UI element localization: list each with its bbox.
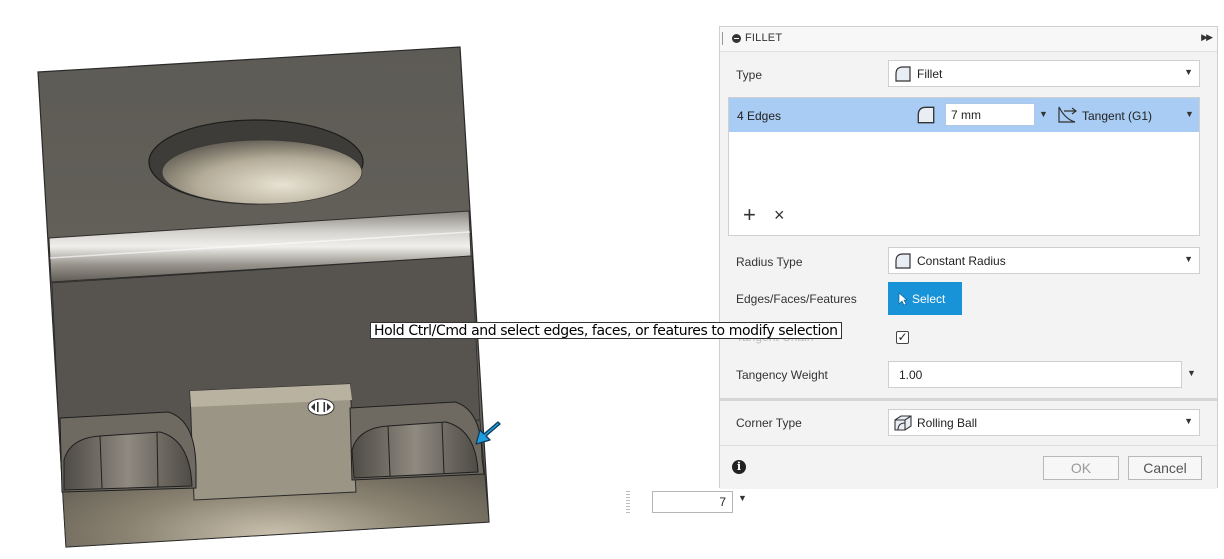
tangent-chain-checkbox[interactable]: ✓ [896,331,909,344]
edge-set-list[interactable]: 4 Edges 7 mm ▼ Tangent (G1) ▼ + × [728,97,1200,236]
fillet-icon [895,66,911,82]
section-divider [720,398,1217,401]
remove-edge-set-button[interactable]: × [774,206,785,224]
edge-count-label: 4 Edges [737,109,782,123]
tangency-weight-input[interactable]: 1.00 [888,361,1182,388]
add-edge-set-button[interactable]: + [743,204,756,226]
expand-dialog-icon[interactable]: ▶▶ [1201,32,1213,43]
cursor-pointer-icon [898,292,908,306]
manipulator-handle-icon[interactable] [307,398,335,416]
model-canvas[interactable] [0,0,720,559]
tangent-continuity-icon [1058,106,1077,123]
dialog-title: FILLET [745,32,783,44]
radius-dropdown-icon[interactable]: ▼ [1039,109,1048,119]
tangency-weight-dropdown-icon[interactable]: ▼ [1187,368,1196,378]
select-button[interactable]: Select [888,282,962,315]
dialog-header[interactable]: FILLET ▶▶ [720,27,1217,52]
constant-radius-icon [895,253,911,269]
radius-type-label: Radius Type [736,255,803,269]
select-button-label: Select [912,292,946,306]
mini-toolbar-grip[interactable] [626,491,630,513]
radius-mini-input[interactable]: 7 [652,491,733,513]
chevron-down-icon: ▼ [1184,416,1193,426]
info-icon[interactable]: i [732,460,746,474]
type-dropdown[interactable]: Fillet ▼ [888,60,1200,87]
dialog-grip[interactable] [722,32,725,45]
fillet-radius-icon [917,106,935,124]
ok-button[interactable]: OK [1043,456,1119,480]
type-label: Type [736,68,763,82]
tangency-weight-label: Tangency Weight [736,368,828,382]
edge-set-row[interactable]: 4 Edges 7 mm ▼ Tangent (G1) ▼ [729,98,1199,132]
continuity-dropdown-icon[interactable]: ▼ [1185,109,1194,119]
radius-input[interactable]: 7 mm [945,103,1035,126]
radius-mini-dropdown-icon[interactable]: ▼ [738,493,747,503]
corner-type-label: Corner Type [736,416,802,430]
selection-tooltip: Hold Ctrl/Cmd and select edges, faces, o… [370,322,842,339]
corner-type-value: Rolling Ball [917,416,978,430]
rolling-ball-icon [894,415,912,431]
fillet-dialog: FILLET ▶▶ Type Fillet ▼ 4 Edges 7 mm ▼ T… [719,26,1218,489]
chevron-down-icon: ▼ [1184,254,1193,264]
cancel-button[interactable]: Cancel [1128,456,1202,480]
selection-label: Edges/Faces/Features [736,292,857,306]
model-viewport[interactable] [0,0,720,559]
type-value: Fillet [917,67,943,81]
radius-type-dropdown[interactable]: Constant Radius ▼ [888,247,1200,274]
dialog-footer: i OK Cancel [720,445,1217,489]
continuity-value[interactable]: Tangent (G1) [1082,109,1152,123]
radius-type-value: Constant Radius [917,254,1006,268]
corner-type-dropdown[interactable]: Rolling Ball ▼ [888,409,1200,436]
chevron-down-icon: ▼ [1184,67,1193,77]
collapse-dialog-icon[interactable] [732,34,741,43]
